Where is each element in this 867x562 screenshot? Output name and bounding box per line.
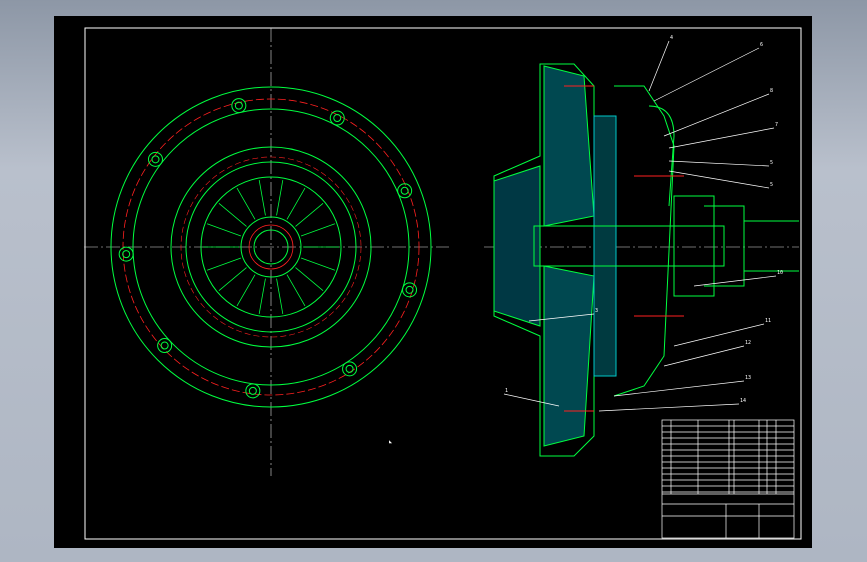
leader-line — [693, 275, 777, 287]
balloon-number: 11 — [765, 318, 771, 324]
leader-line — [663, 93, 770, 137]
bolt-hole — [157, 338, 173, 354]
bolt-hole — [397, 183, 413, 199]
spoke — [206, 223, 242, 237]
title-block — [661, 419, 795, 539]
balloon-number: 14 — [740, 398, 746, 404]
balloon-number: 3 — [595, 308, 598, 314]
leader-line — [613, 380, 745, 397]
spoke — [286, 274, 306, 307]
balloon-number: 12 — [745, 340, 751, 346]
leader-line — [653, 47, 760, 102]
drawing-sheet[interactable]: ◣ 4 6 8 7 5 5 10 11 12 13 14 1 3 — [54, 16, 812, 548]
spoke — [300, 257, 336, 271]
leader-line — [668, 160, 770, 167]
cad-drawing: ◣ 468755101112131413 — [84, 27, 802, 540]
svg-text:◣: ◣ — [389, 439, 392, 445]
spoke — [300, 223, 336, 237]
spoke — [295, 202, 324, 227]
spoke — [218, 267, 247, 292]
leader-line — [648, 40, 670, 92]
spoke — [276, 278, 284, 315]
balloon-number: 1 — [505, 388, 508, 394]
spoke — [218, 202, 247, 227]
balloon-number: 10 — [777, 270, 783, 276]
balloon-number: 5 — [770, 182, 773, 188]
spoke — [236, 187, 256, 220]
bolt-hole — [329, 110, 345, 126]
leader-line — [598, 403, 740, 412]
balloon-number: 6 — [760, 42, 763, 48]
leader-line — [663, 345, 745, 367]
leader-line — [668, 127, 775, 149]
bolt-hole — [402, 282, 418, 298]
section-view — [484, 63, 799, 457]
balloon-number: 13 — [745, 375, 751, 381]
spoke — [258, 278, 266, 315]
spoke — [258, 179, 266, 216]
leader-line — [668, 170, 770, 189]
balloon-number: 4 — [670, 35, 673, 41]
bolt-hole — [245, 383, 261, 399]
spoke — [206, 257, 242, 271]
balloon-number: 8 — [770, 88, 773, 94]
front-view: ◣ — [84, 28, 449, 476]
balloon-number: 7 — [775, 122, 778, 128]
balloon-number: 5 — [770, 160, 773, 166]
spoke — [286, 187, 306, 220]
spoke — [276, 179, 284, 216]
spoke — [236, 274, 256, 307]
spoke — [295, 267, 324, 292]
bolt-hole — [118, 246, 134, 262]
bolt-hole — [231, 98, 247, 114]
